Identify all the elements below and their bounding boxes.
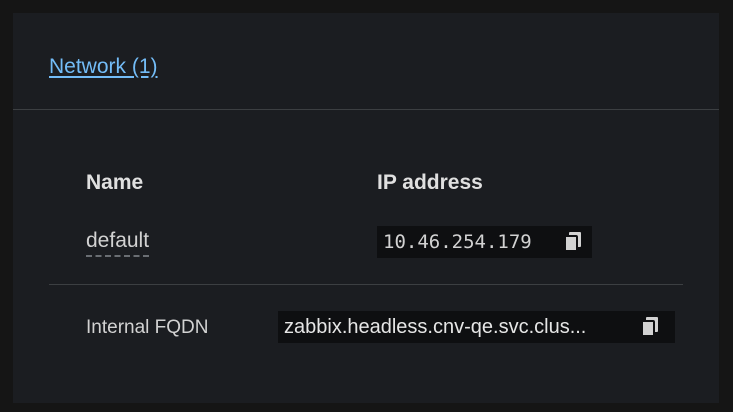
copy-icon — [641, 317, 658, 337]
internal-fqdn-label: Internal FQDN — [86, 317, 209, 338]
network-link[interactable]: Network (1) — [49, 55, 158, 79]
ip-address-value: 10.46.254.179 — [383, 231, 532, 253]
ip-address-clipboard: 10.46.254.179 — [377, 226, 592, 258]
row-divider — [49, 284, 683, 285]
network-name-value[interactable]: default — [86, 229, 150, 257]
column-header-ip-address: IP address — [377, 171, 483, 194]
copy-fqdn-button[interactable] — [634, 311, 666, 343]
card-header: Network (1) — [13, 13, 719, 110]
network-card: Network (1) Name IP address default 10.4… — [13, 13, 719, 403]
internal-fqdn-value: zabbix.headless.cnv-qe.svc.clus... — [284, 315, 587, 338]
column-header-name: Name — [86, 171, 144, 194]
copy-ip-button[interactable] — [557, 226, 589, 258]
copy-icon — [564, 232, 581, 252]
internal-fqdn-clipboard: zabbix.headless.cnv-qe.svc.clus... — [278, 311, 675, 343]
